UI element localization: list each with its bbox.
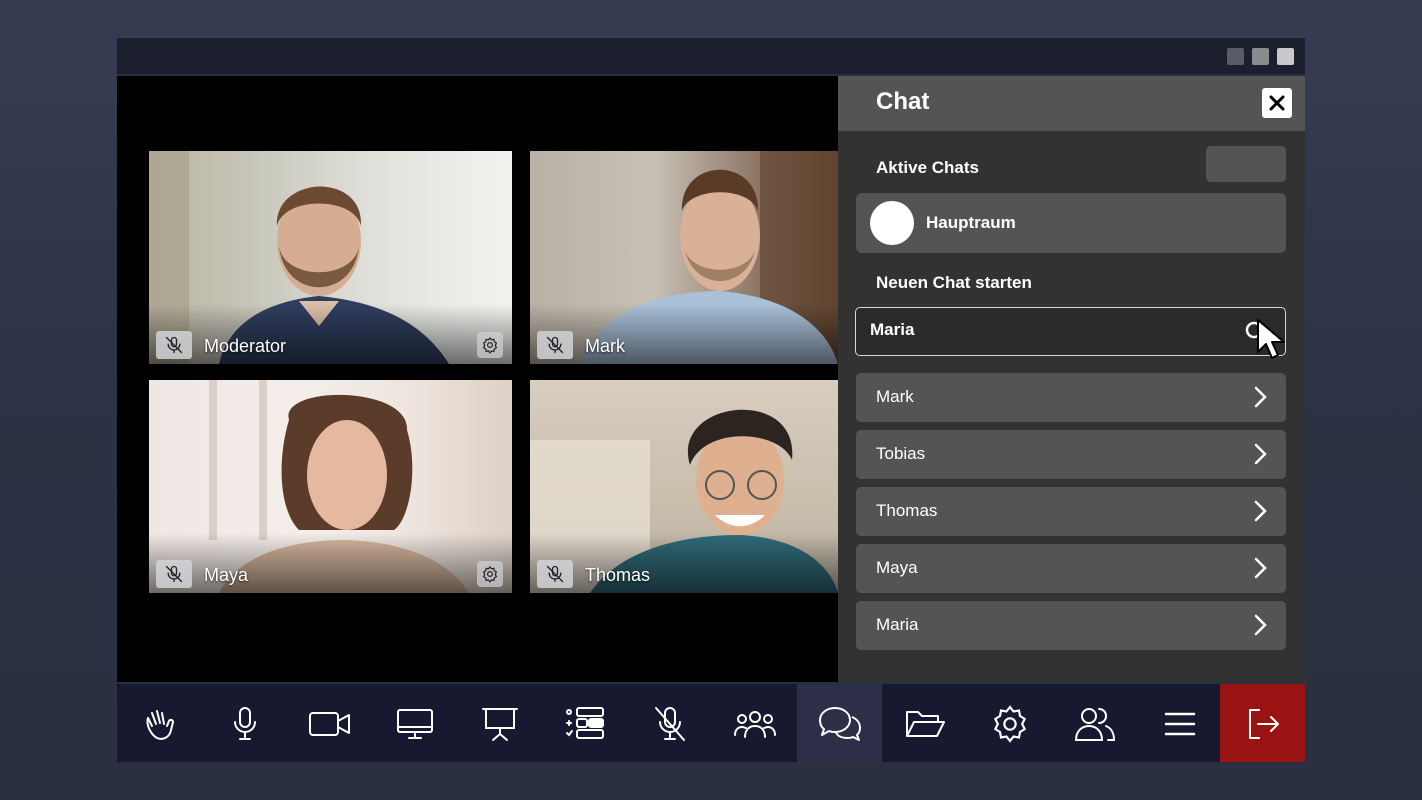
polls-button[interactable] — [542, 684, 627, 762]
active-chats-heading: Aktive Chats — [876, 158, 979, 177]
video-button[interactable] — [287, 684, 372, 762]
contact-item-maria[interactable]: Maria — [856, 601, 1286, 650]
muted-mic-icon — [537, 331, 573, 359]
raise-hand-button[interactable] — [117, 684, 202, 762]
video-tile-moderator[interactable]: Moderator — [149, 151, 512, 364]
participant-name: Moderator — [204, 336, 287, 356]
contact-label: Mark — [876, 387, 914, 406]
chevron-right-icon — [1254, 500, 1267, 522]
contact-search-input[interactable]: Maria — [855, 307, 1286, 359]
participant-name: Maya — [204, 565, 249, 585]
title-bar — [117, 38, 1305, 76]
contact-label: Maya — [876, 558, 918, 577]
contact-label: Thomas — [876, 501, 938, 520]
video-tile-thomas[interactable]: Thomas — [530, 380, 838, 593]
screen-share-button[interactable] — [372, 684, 457, 762]
contact-label: Tobias — [876, 444, 926, 463]
mute-all-button[interactable] — [627, 684, 712, 762]
conference-window: Moderator Mark Maya Thomas Chat Aktive C… — [117, 38, 1305, 762]
contact-item-mark[interactable]: Mark — [856, 373, 1286, 422]
microphone-icon — [233, 707, 256, 740]
active-chat-label: Hauptraum — [926, 213, 1016, 232]
active-chat-item[interactable]: Hauptraum — [856, 193, 1286, 253]
mouse-pointer-icon — [1257, 319, 1285, 359]
chat-header: Chat — [838, 76, 1305, 131]
close-icon — [1269, 95, 1285, 111]
contact-item-tobias[interactable]: Tobias — [856, 430, 1286, 479]
video-stage: Moderator Mark Maya Thomas — [117, 76, 838, 682]
window-close-button[interactable] — [1277, 48, 1294, 65]
maximize-button[interactable] — [1252, 48, 1269, 65]
user-management-icon — [1074, 708, 1115, 741]
presentation-icon — [481, 708, 518, 741]
contact-label: Maria — [876, 615, 919, 634]
tile-settings-icon[interactable] — [477, 332, 503, 358]
new-chat-heading: Neuen Chat starten — [876, 273, 1032, 292]
settings-button[interactable] — [967, 684, 1052, 762]
screen-share-icon — [396, 709, 433, 739]
menu-button[interactable] — [1137, 684, 1222, 762]
active-chats-toggle[interactable] — [1206, 146, 1286, 182]
chat-title: Chat — [876, 88, 930, 115]
chat-panel: Chat Aktive Chats Hauptraum Neuen Chat s… — [838, 76, 1305, 682]
chevron-right-icon — [1254, 557, 1267, 579]
minimize-button[interactable] — [1227, 48, 1244, 65]
mute-all-icon — [654, 707, 685, 741]
participants-button[interactable] — [712, 684, 797, 762]
chat-icon — [818, 707, 861, 741]
video-camera-icon — [308, 712, 350, 736]
muted-mic-icon — [156, 331, 192, 359]
video-tile-maya[interactable]: Maya — [149, 380, 512, 593]
close-chat-button[interactable] — [1262, 88, 1292, 118]
microphone-button[interactable] — [202, 684, 287, 762]
video-tile-mark[interactable]: Mark — [530, 151, 838, 364]
tile-settings-icon[interactable] — [477, 561, 503, 587]
files-button[interactable] — [882, 684, 967, 762]
contact-item-maya[interactable]: Maya — [856, 544, 1286, 593]
presentation-button[interactable] — [457, 684, 542, 762]
leave-icon — [1248, 709, 1279, 739]
avatar — [870, 201, 914, 245]
tile-shade — [530, 533, 838, 593]
user-management-button[interactable] — [1052, 684, 1137, 762]
participant-name: Mark — [585, 336, 625, 356]
polls-icon — [565, 707, 604, 739]
participant-name: Thomas — [585, 565, 651, 585]
settings-icon — [993, 705, 1026, 743]
muted-mic-icon — [156, 560, 192, 588]
raise-hand-icon — [146, 710, 174, 740]
participants-icon — [733, 711, 776, 738]
folder-icon — [905, 711, 945, 737]
contact-item-thomas[interactable]: Thomas — [856, 487, 1286, 536]
chat-button[interactable] — [797, 684, 882, 762]
search-value: Maria — [870, 320, 915, 339]
bottom-toolbar — [117, 682, 1305, 762]
muted-mic-icon — [537, 560, 573, 588]
tile-shade — [530, 304, 838, 364]
chevron-right-icon — [1254, 614, 1267, 636]
chevron-right-icon — [1254, 386, 1267, 408]
leave-meeting-button[interactable] — [1220, 684, 1305, 762]
menu-icon — [1164, 712, 1195, 736]
chevron-right-icon — [1254, 443, 1267, 465]
